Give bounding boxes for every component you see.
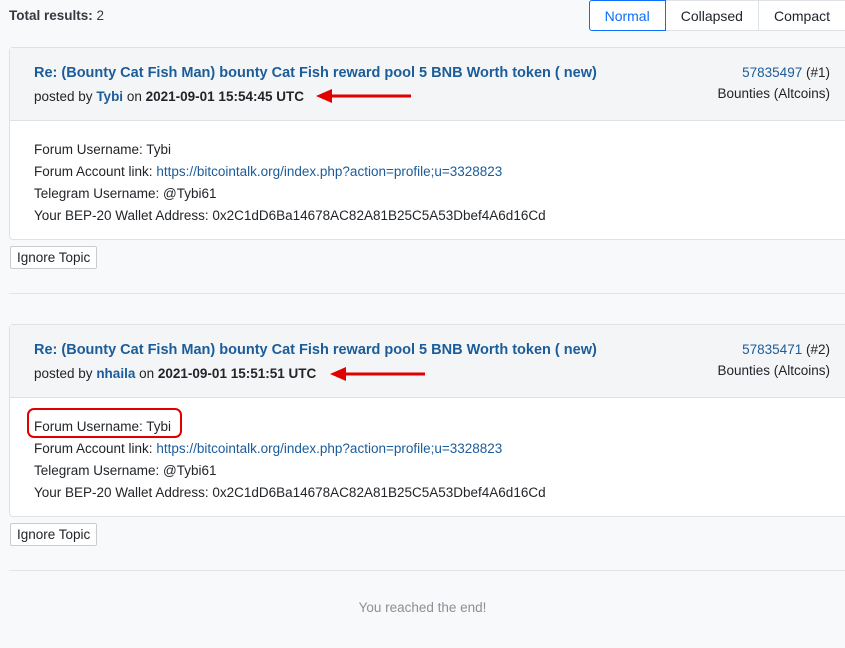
total-results: Total results: 2 xyxy=(9,8,104,23)
post-index: (#1) xyxy=(805,65,830,80)
account-link-line: Forum Account link: https://bitcointalk.… xyxy=(34,438,822,460)
post-byline: posted by nhaila on 2021-09-01 15:51:51 … xyxy=(34,366,316,381)
post-index: (#2) xyxy=(805,342,830,357)
post-id-link[interactable]: 57835471 xyxy=(742,342,802,357)
total-results-label: Total results: xyxy=(9,8,93,23)
ignore-topic-button[interactable]: Ignore Topic xyxy=(10,246,98,269)
post-category: Bounties (Altcoins) xyxy=(717,86,830,101)
post-id-link[interactable]: 57835497 xyxy=(742,65,802,80)
telegram-line: Telegram Username: @Tybi61 xyxy=(34,463,217,478)
post-title-link[interactable]: Re: (Bounty Cat Fish Man) bounty Cat Fis… xyxy=(34,342,597,358)
username-line: Forum Username: Tybi xyxy=(34,142,172,157)
post-date: 2021-09-01 15:51:51 UTC xyxy=(157,366,317,381)
total-results-count: 2 xyxy=(96,8,105,23)
post-body: Forum Username: Tybi Forum Account link:… xyxy=(10,121,845,239)
view-mode-group: Normal Collapsed Compact xyxy=(588,0,845,31)
posted-by-label: posted by xyxy=(34,89,93,104)
ignore-topic-button[interactable]: Ignore Topic xyxy=(10,523,98,546)
left-arrow-icon xyxy=(316,89,411,103)
post-byline: posted by Tybi on 2021-09-01 15:54:45 UT… xyxy=(34,89,304,104)
account-link-label: Forum Account link: xyxy=(34,164,157,179)
results-toolbar: Total results: 2 Normal Collapsed Compac… xyxy=(9,0,845,33)
view-compact-button[interactable]: Compact xyxy=(757,0,845,31)
post-category: Bounties (Altcoins) xyxy=(717,363,830,378)
post-header: Re: (Bounty Cat Fish Man) bounty Cat Fis… xyxy=(10,48,845,121)
account-link[interactable]: https://bitcointalk.org/index.php?action… xyxy=(156,441,502,456)
wallet-line: Your BEP-20 Wallet Address: 0x2C1dD6Ba14… xyxy=(34,208,546,223)
account-link-label: Forum Account link: xyxy=(34,441,157,456)
post-meta: 57835471 (#2) Bounties (Altcoins) xyxy=(717,342,830,378)
view-collapsed-button[interactable]: Collapsed xyxy=(664,0,759,31)
annotation-highlight-box xyxy=(27,408,182,438)
view-normal-button[interactable]: Normal xyxy=(588,0,666,31)
telegram-line: Telegram Username: @Tybi61 xyxy=(34,186,217,201)
post-header: Re: (Bounty Cat Fish Man) bounty Cat Fis… xyxy=(10,325,845,398)
divider xyxy=(9,570,845,571)
end-of-results-message: You reached the end! xyxy=(358,600,487,615)
on-label: on xyxy=(126,89,142,104)
account-link-line: Forum Account link: https://bitcointalk.… xyxy=(34,161,822,183)
posted-by-label: posted by xyxy=(34,366,93,381)
divider xyxy=(9,293,845,294)
on-label: on xyxy=(139,366,155,381)
wallet-line: Your BEP-20 Wallet Address: 0x2C1dD6Ba14… xyxy=(34,485,546,500)
post-author-link[interactable]: nhaila xyxy=(96,366,135,381)
account-link[interactable]: https://bitcointalk.org/index.php?action… xyxy=(156,164,502,179)
post-card-1: Re: (Bounty Cat Fish Man) bounty Cat Fis… xyxy=(9,47,845,240)
left-arrow-icon xyxy=(330,367,425,381)
post-date: 2021-09-01 15:54:45 UTC xyxy=(145,89,304,104)
post-author-link[interactable]: Tybi xyxy=(96,89,123,104)
post-title-link[interactable]: Re: (Bounty Cat Fish Man) bounty Cat Fis… xyxy=(34,65,597,81)
post-meta: 57835497 (#1) Bounties (Altcoins) xyxy=(717,65,830,101)
